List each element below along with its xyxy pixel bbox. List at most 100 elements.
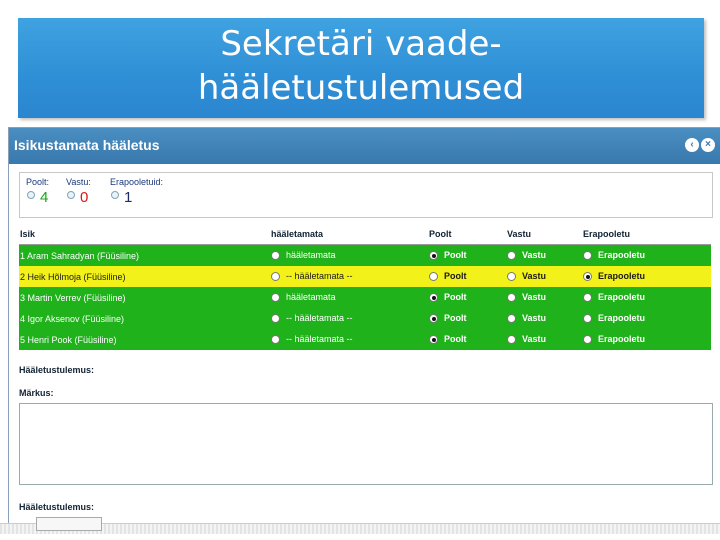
slide-title-line-1: Sekretäri vaade- xyxy=(220,24,502,64)
person-name: 1 Aram Sahradyan (Füüsiline) xyxy=(20,251,140,261)
vote-option-label: Vastu xyxy=(522,313,547,323)
vote-option-label: Erapooletu xyxy=(598,334,646,344)
radio-icon[interactable] xyxy=(271,335,280,345)
radio-icon[interactable] xyxy=(507,272,516,282)
radio-icon[interactable] xyxy=(429,293,438,303)
radio-icon[interactable] xyxy=(507,335,516,345)
radio-icon[interactable] xyxy=(429,251,438,261)
vote-option-label: hääletamata xyxy=(286,292,336,302)
result-label-2: Hääletustulemus: xyxy=(19,502,95,512)
person-name: 4 Igor Aksenov (Füüsiline) xyxy=(20,314,125,324)
vote-option-poolt[interactable]: Poolt xyxy=(429,334,467,345)
radio-icon[interactable] xyxy=(429,314,438,324)
summary-vastu: Vastu: 0 xyxy=(66,177,91,206)
table-row: 4 Igor Aksenov (Füüsiline) -- hääletamata… xyxy=(19,308,711,329)
vote-option-haaletamata[interactable]: hääletamata xyxy=(271,292,336,303)
vote-option-haaletamata[interactable]: -- hääletamata -- xyxy=(271,334,353,345)
vote-table: Isik hääletamata Poolt Vastu Erapooletu … xyxy=(19,224,711,350)
vote-option-label: -- hääletamata -- xyxy=(286,334,353,344)
radio-icon[interactable] xyxy=(271,293,280,303)
radio-icon[interactable] xyxy=(583,293,592,303)
vote-option-erapooletu[interactable]: Erapooletu xyxy=(583,334,646,345)
poolt-count: 4 xyxy=(40,189,49,206)
vote-option-vastu[interactable]: Vastu xyxy=(507,313,547,324)
header-poolt: Poolt xyxy=(429,229,452,239)
window-title: Isikustamata hääletus xyxy=(14,137,160,153)
summary-erapooletu: Erapooletuid: 1 xyxy=(110,177,163,206)
vote-option-label: Erapooletu xyxy=(598,292,646,302)
vote-option-label: Vastu xyxy=(522,334,547,344)
vastu-count: 0 xyxy=(80,189,89,206)
vote-option-label: Erapooletu xyxy=(598,271,646,281)
vote-option-erapooletu[interactable]: Erapooletu xyxy=(583,271,646,282)
slide-title: Sekretäri vaade- hääletustulemused xyxy=(18,22,704,110)
vastu-label: Vastu: xyxy=(66,177,91,187)
table-row: 3 Martin Verrev (Füüsiline) hääletamata Po… xyxy=(19,287,711,308)
vote-option-poolt[interactable]: Poolt xyxy=(429,313,467,324)
person-name: 5 Henri Pook (Füüsiline) xyxy=(20,335,117,345)
window-titlebar: Isikustamata hääletus ‹ × xyxy=(9,128,720,164)
vote-option-haaletamata[interactable]: -- hääletamata -- xyxy=(271,313,353,324)
vote-option-label: Vastu xyxy=(522,292,547,302)
radio-icon[interactable] xyxy=(583,314,592,324)
erapooletu-count: 1 xyxy=(124,189,133,206)
radio-icon[interactable] xyxy=(583,251,592,261)
radio-icon[interactable] xyxy=(429,272,438,282)
vote-option-erapooletu[interactable]: Erapooletu xyxy=(583,250,646,261)
vote-option-label: Erapooletu xyxy=(598,250,646,260)
vote-option-label: -- hääletamata -- xyxy=(286,313,353,323)
vastu-dot-icon xyxy=(67,191,75,199)
vote-option-haaletamata[interactable]: -- hääletamata -- xyxy=(271,271,353,282)
voting-window: Isikustamata hääletus ‹ × Poolt: 4 Vastu… xyxy=(8,127,720,527)
vote-option-label: -- hääletamata -- xyxy=(286,271,353,281)
radio-icon[interactable] xyxy=(507,293,516,303)
vote-option-haaletamata[interactable]: hääletamata xyxy=(271,250,336,261)
header-isik: Isik xyxy=(20,229,36,239)
radio-icon[interactable] xyxy=(271,314,280,324)
radio-icon[interactable] xyxy=(429,335,438,345)
vote-option-vastu[interactable]: Vastu xyxy=(507,334,547,345)
vote-option-label: Poolt xyxy=(444,292,467,302)
vote-option-poolt[interactable]: Poolt xyxy=(429,250,467,261)
person-name: 3 Martin Verrev (Füüsiline) xyxy=(20,293,126,303)
table-header: Isik hääletamata Poolt Vastu Erapooletu xyxy=(19,224,711,245)
table-body: 1 Aram Sahradyan (Füüsiline) hääletamata P… xyxy=(19,245,711,350)
table-row: 5 Henri Pook (Füüsiline) -- hääletamata -… xyxy=(19,329,711,350)
radio-icon[interactable] xyxy=(507,314,516,324)
header-erapooletu: Erapooletu xyxy=(583,229,631,239)
vote-option-vastu[interactable]: Vastu xyxy=(507,292,547,303)
poolt-label: Poolt: xyxy=(26,177,50,187)
vote-option-vastu[interactable]: Vastu xyxy=(507,250,546,261)
table-row: 1 Aram Sahradyan (Füüsiline) hääletamata P… xyxy=(19,245,711,266)
poolt-dot-icon xyxy=(27,191,35,199)
vote-summary: Poolt: 4 Vastu: 0 Erapooletuid: 1 xyxy=(19,172,713,218)
vote-option-label: hääletamata xyxy=(286,250,336,260)
radio-icon[interactable] xyxy=(271,251,280,261)
vote-option-erapooletu[interactable]: Erapooletu xyxy=(583,292,646,303)
scroll-thumb[interactable] xyxy=(36,517,102,531)
radio-icon[interactable] xyxy=(271,272,280,282)
vote-option-erapooletu[interactable]: Erapooletu xyxy=(583,313,646,324)
header-vastu: Vastu xyxy=(507,229,532,239)
radio-icon[interactable] xyxy=(583,335,592,345)
slide-title-banner: Sekretäri vaade- hääletustulemused xyxy=(18,18,704,118)
radio-icon[interactable] xyxy=(507,251,516,261)
horizontal-scrollbar[interactable] xyxy=(0,523,720,534)
vote-option-label: Erapooletu xyxy=(598,313,646,323)
erapooletu-dot-icon xyxy=(111,191,119,199)
remarks-textarea[interactable] xyxy=(19,403,713,485)
result-label: Hääletustulemus: xyxy=(19,365,95,375)
radio-icon[interactable] xyxy=(583,272,592,282)
vote-option-poolt[interactable]: Poolt xyxy=(429,292,467,303)
vote-option-label: Poolt xyxy=(444,313,467,323)
vote-option-label: Poolt xyxy=(444,250,467,260)
close-icon[interactable]: × xyxy=(701,138,715,152)
vote-option-poolt[interactable]: Poolt xyxy=(429,271,467,282)
vote-option-label: Vastu xyxy=(522,271,547,281)
vote-option-vastu[interactable]: Vastu xyxy=(507,271,547,282)
remarks-label: Märkus: xyxy=(19,388,54,398)
collapse-icon[interactable]: ‹ xyxy=(685,138,699,152)
vote-option-label: Poolt xyxy=(444,334,467,344)
table-row: 2 Heik Hõlmoja (Füüsiline) -- hääletamata… xyxy=(19,266,711,287)
erapooletu-label: Erapooletuid: xyxy=(110,177,164,187)
